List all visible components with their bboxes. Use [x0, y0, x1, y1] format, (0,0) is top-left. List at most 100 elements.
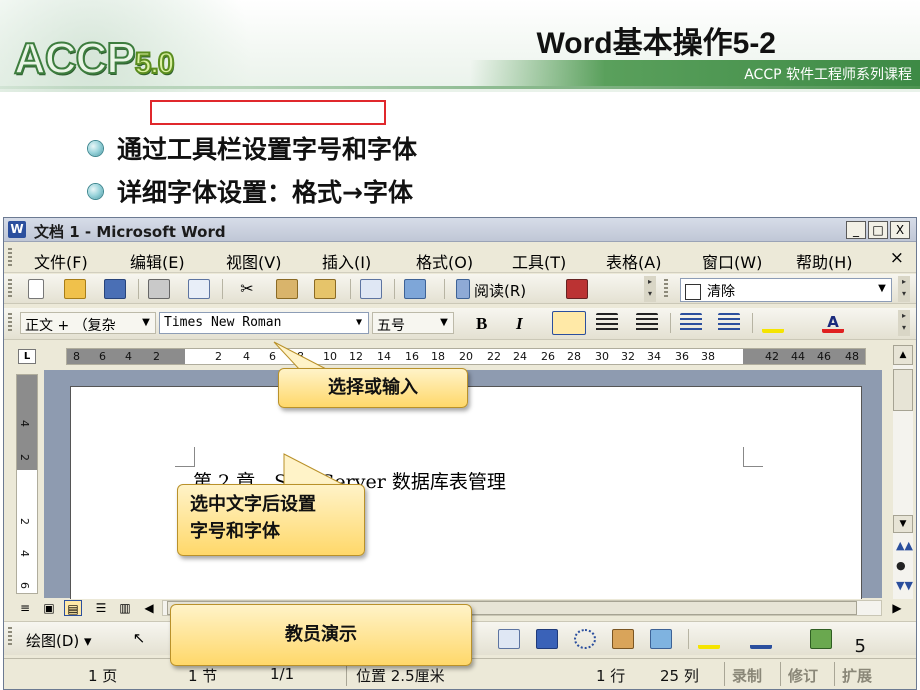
font-size-value: 五号 — [377, 318, 405, 334]
draw-menu-button[interactable]: 绘图(D) ▾ — [26, 630, 92, 651]
maximize-button[interactable]: □ — [868, 221, 888, 239]
scroll-right-icon[interactable]: ▶ — [888, 600, 906, 616]
paste-icon[interactable] — [276, 279, 298, 299]
status-rec[interactable]: 录制 — [732, 665, 762, 686]
minimize-button[interactable]: _ — [846, 221, 866, 239]
align-justify-icon[interactable] — [552, 311, 586, 335]
menu-tools[interactable]: 工具(T) — [512, 249, 566, 273]
read-icon[interactable] — [456, 279, 470, 299]
print-layout-icon[interactable]: ▤ — [64, 600, 82, 616]
toolbar-grip[interactable] — [664, 279, 668, 299]
line-color-icon[interactable] — [750, 629, 772, 649]
insert-table-icon[interactable] — [360, 279, 382, 299]
callout-select-or-input: 选择或输入 — [278, 368, 468, 408]
ruler-tick-label: 24 — [513, 350, 527, 363]
web-layout-icon[interactable]: ▣ — [40, 600, 58, 616]
vertical-ruler-tick-label: 4 — [18, 550, 31, 557]
toolbar-grip[interactable] — [8, 313, 12, 333]
highlight-icon[interactable] — [762, 313, 784, 333]
scroll-thumb[interactable] — [893, 369, 913, 411]
vertical-scrollbar[interactable]: ▲ ▼ ▲▲ ● ▼▼ — [893, 345, 913, 600]
wordart-icon[interactable] — [536, 629, 558, 649]
font-name-combo[interactable]: Times New Roman ▼ — [159, 312, 369, 334]
menu-bar: 文件(F) 编辑(E) 视图(V) 插入(I) 格式(O) 工具(T) 表格(A… — [4, 243, 916, 273]
vertical-ruler[interactable]: 4 2 2 4 6 — [16, 374, 38, 594]
select-browse-object-icon[interactable]: ● — [896, 559, 906, 572]
menu-insert[interactable]: 插入(I) — [322, 249, 371, 273]
ruler-tick-label: 46 — [817, 350, 831, 363]
bullets-icon[interactable] — [718, 313, 740, 333]
toolbar-options-chevron[interactable]: ▸ ▾ — [898, 310, 910, 336]
chevron-down-icon[interactable]: ▼ — [437, 314, 451, 332]
toolbar-separator — [138, 279, 139, 299]
close-document-icon[interactable]: × — [890, 248, 904, 268]
print-icon[interactable] — [148, 279, 170, 299]
chevron-down-icon[interactable]: ▼ — [875, 280, 889, 298]
scroll-up-button[interactable]: ▲ — [893, 345, 913, 365]
diagram-icon[interactable] — [574, 629, 596, 649]
new-document-icon[interactable] — [28, 279, 44, 299]
cut-icon[interactable]: ✂ — [236, 279, 258, 299]
horizontal-ruler[interactable]: 8642246810121416182022242628303234363842… — [66, 348, 866, 365]
ruler-tick-label: 44 — [791, 350, 805, 363]
menu-view[interactable]: 视图(V) — [226, 249, 281, 273]
drawing-toggle-icon[interactable] — [404, 279, 426, 299]
word-app-icon[interactable]: W — [8, 221, 26, 238]
status-page: 1 页 — [88, 667, 118, 685]
window-title: 文档 1 - Microsoft Word — [34, 223, 226, 241]
ruler-tick-label: 12 — [349, 350, 363, 363]
align-center-icon[interactable] — [596, 313, 618, 333]
italic-button[interactable]: I — [516, 314, 523, 334]
menu-grip[interactable] — [8, 248, 12, 268]
style-combo[interactable]: 正文 + （复杂 ▼ — [20, 312, 156, 334]
text-box-icon[interactable] — [498, 629, 520, 649]
save-icon[interactable] — [104, 279, 126, 299]
chevron-down-icon[interactable]: ▼ — [352, 314, 366, 332]
ruler-tick-label: 2 — [153, 350, 160, 363]
reading-layout-icon[interactable]: ▥ — [116, 600, 134, 616]
align-right-icon[interactable] — [636, 313, 658, 333]
bold-button[interactable]: B — [476, 314, 487, 334]
format-painter-icon[interactable] — [314, 279, 336, 299]
open-folder-icon[interactable] — [64, 279, 86, 299]
read-button[interactable]: 阅读(R) — [474, 280, 526, 301]
chevron-down-icon[interactable]: ▼ — [139, 314, 153, 332]
select-objects-icon[interactable]: ↖ — [128, 629, 150, 649]
outline-view-icon[interactable]: ☰ — [92, 600, 110, 616]
toolbar-grip[interactable] — [8, 279, 12, 299]
previous-page-icon[interactable]: ▲▲ — [896, 539, 913, 552]
scroll-left-icon[interactable]: ◀ — [140, 600, 158, 616]
menu-help[interactable]: 帮助(H) — [796, 249, 853, 273]
menu-table[interactable]: 表格(A) — [606, 249, 661, 273]
toolbar-options-chevron[interactable]: ▸ ▾ — [644, 276, 656, 302]
menu-edit[interactable]: 编辑(E) — [130, 249, 185, 273]
insert-picture-icon[interactable] — [650, 629, 672, 649]
toolbar-grip[interactable] — [8, 627, 12, 647]
3d-style-icon[interactable] — [810, 629, 832, 649]
menu-file[interactable]: 文件(F) — [34, 249, 88, 273]
menu-format[interactable]: 格式(O) — [416, 249, 473, 273]
font-color-icon[interactable]: A — [822, 313, 844, 333]
clear-combo[interactable]: 清除 ▼ — [680, 278, 892, 302]
normal-view-icon[interactable]: ≡ — [16, 600, 34, 616]
next-page-icon[interactable]: ▼▼ — [896, 579, 913, 592]
vertical-ruler-tick-label: 2 — [18, 518, 31, 525]
numbering-icon[interactable] — [680, 313, 702, 333]
menu-window[interactable]: 窗口(W) — [702, 249, 762, 273]
close-button[interactable]: X — [890, 221, 910, 239]
ruler-tick-label: 16 — [405, 350, 419, 363]
print-preview-icon[interactable] — [188, 279, 210, 299]
vertical-ruler-tick-label: 6 — [18, 582, 31, 589]
research-icon[interactable] — [566, 279, 588, 299]
status-ext[interactable]: 扩展 — [842, 665, 872, 686]
fill-color-icon[interactable] — [698, 629, 720, 649]
tab-selector[interactable]: L — [18, 349, 36, 364]
ruler-tick-label: 36 — [675, 350, 689, 363]
status-trk[interactable]: 修订 — [788, 665, 818, 686]
font-size-combo[interactable]: 五号 ▼ — [372, 312, 454, 334]
clip-art-icon[interactable] — [612, 629, 634, 649]
ruler-tick-label: 38 — [701, 350, 715, 363]
scroll-down-button[interactable]: ▼ — [893, 515, 913, 533]
slide-title: Word基本操作5-2 — [536, 27, 776, 60]
toolbar-options-chevron[interactable]: ▸ ▾ — [898, 276, 910, 302]
